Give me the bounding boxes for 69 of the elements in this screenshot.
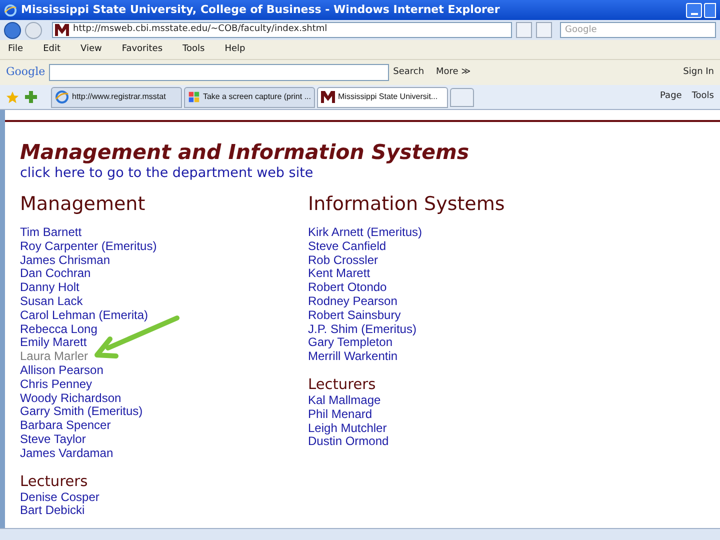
faculty-link[interactable]: Barbara Spencer: [20, 419, 111, 433]
maroon-m-logo-icon: [321, 90, 335, 104]
browser-icon: [55, 90, 69, 104]
faculty-link[interactable]: Rob Crossler: [308, 254, 378, 268]
browser-tab[interactable]: Mississippi State Universit...: [317, 86, 448, 108]
window-title: Mississippi State University, College of Business - Windows Internet Explorer: [21, 2, 500, 18]
faculty-link[interactable]: Carol Lehman (Emerita): [20, 308, 148, 323]
menu-item[interactable]: Tools: [182, 42, 205, 56]
faculty-link[interactable]: Phil Menard: [308, 408, 372, 422]
faculty-link[interactable]: Chris Penney: [20, 378, 92, 392]
faculty-link[interactable]: Kirk Arnett (Emeritus): [308, 226, 422, 240]
faculty-link[interactable]: Steve Taylor: [20, 432, 86, 447]
section-heading: Lecturers: [20, 472, 89, 491]
faculty-link[interactable]: Bart Debicki: [20, 504, 85, 518]
faculty-link[interactable]: Kal Mallmage: [308, 394, 381, 408]
faculty-link[interactable]: Dustin Ormond: [308, 435, 389, 450]
menu-item[interactable]: Favorites: [122, 42, 163, 56]
add-favorite-icon[interactable]: [25, 91, 37, 103]
faculty-link[interactable]: Roy Carpenter (Emeritus): [20, 240, 157, 254]
faculty-link[interactable]: Laura Marler: [20, 350, 88, 364]
faculty-link[interactable]: J.P. Shim (Emeritus): [308, 322, 416, 336]
browser-tab[interactable]: Take a screen capture (print ...: [184, 86, 315, 108]
faculty-link[interactable]: Dan Cochran: [20, 267, 91, 282]
menu-item[interactable]: View: [80, 42, 102, 56]
browser-tab[interactable]: http://www.registrar.msstat: [51, 86, 182, 108]
faculty-link[interactable]: Rodney Pearson: [308, 294, 398, 309]
address-field[interactable]: http://msweb.cbi.msstate.edu/~COB/faculty/index.shtml: [52, 22, 512, 38]
faculty-link[interactable]: Leigh Mutchler: [308, 422, 387, 436]
faculty-link[interactable]: Denise Cosper: [20, 490, 100, 504]
page-menu[interactable]: Page: [660, 90, 682, 104]
restore-button[interactable]: [704, 2, 716, 18]
more-button[interactable]: More ≫: [436, 66, 471, 80]
faculty-link[interactable]: Danny Holt: [20, 281, 80, 295]
star-icon[interactable]: [6, 90, 19, 104]
back-button[interactable]: [4, 22, 21, 38]
windows-flag-icon: [188, 90, 200, 104]
menu-item[interactable]: Help: [224, 42, 246, 56]
faculty-link[interactable]: Robert Otondo: [308, 281, 387, 295]
menu-item[interactable]: Edit: [43, 42, 60, 56]
menu-item[interactable]: File: [8, 42, 24, 56]
faculty-link[interactable]: Steve Canfield: [308, 240, 386, 254]
faculty-link[interactable]: James Chrisman: [20, 254, 110, 268]
faculty-link[interactable]: Kent Marett: [308, 267, 370, 282]
faculty-link[interactable]: Emily Marett: [20, 336, 87, 350]
tools-menu[interactable]: Tools: [692, 90, 714, 104]
search-button[interactable]: Search: [393, 66, 424, 80]
faculty-link[interactable]: Rebecca Long: [20, 322, 98, 336]
faculty-link[interactable]: Garry Smith (Emeritus): [20, 405, 143, 420]
page-title: Management and Information Systems: [20, 140, 470, 164]
url-text: http://msweb.cbi.msstate.edu/~COB/faculty/index.shtml: [73, 23, 328, 36]
browser-icon: [4, 4, 17, 16]
section-heading: Lecturers: [308, 376, 377, 394]
faculty-link[interactable]: Woody Richardson: [20, 392, 122, 406]
sign-in-link[interactable]: Sign In: [683, 66, 714, 80]
faculty-link[interactable]: Merrill Warkentin: [308, 350, 398, 364]
faculty-link[interactable]: Gary Templeton: [308, 336, 392, 350]
column-heading: Management: [20, 192, 146, 216]
minimize-button[interactable]: [686, 2, 702, 18]
column-heading: Information Systems: [308, 192, 506, 216]
faculty-link[interactable]: Tim Barnett: [20, 226, 82, 240]
faculty-link[interactable]: Allison Pearson: [20, 364, 104, 378]
google-logo: Google: [6, 64, 46, 80]
google-search-field[interactable]: [49, 64, 390, 81]
new-tab-button[interactable]: [450, 88, 474, 106]
faculty-link[interactable]: James Vardaman: [20, 446, 114, 461]
department-link[interactable]: click here to go to the department web site: [20, 164, 314, 182]
faculty-link[interactable]: Susan Lack: [20, 294, 83, 309]
faculty-link[interactable]: Robert Sainsbury: [308, 308, 401, 323]
maroon-m-logo-icon: [55, 23, 69, 37]
